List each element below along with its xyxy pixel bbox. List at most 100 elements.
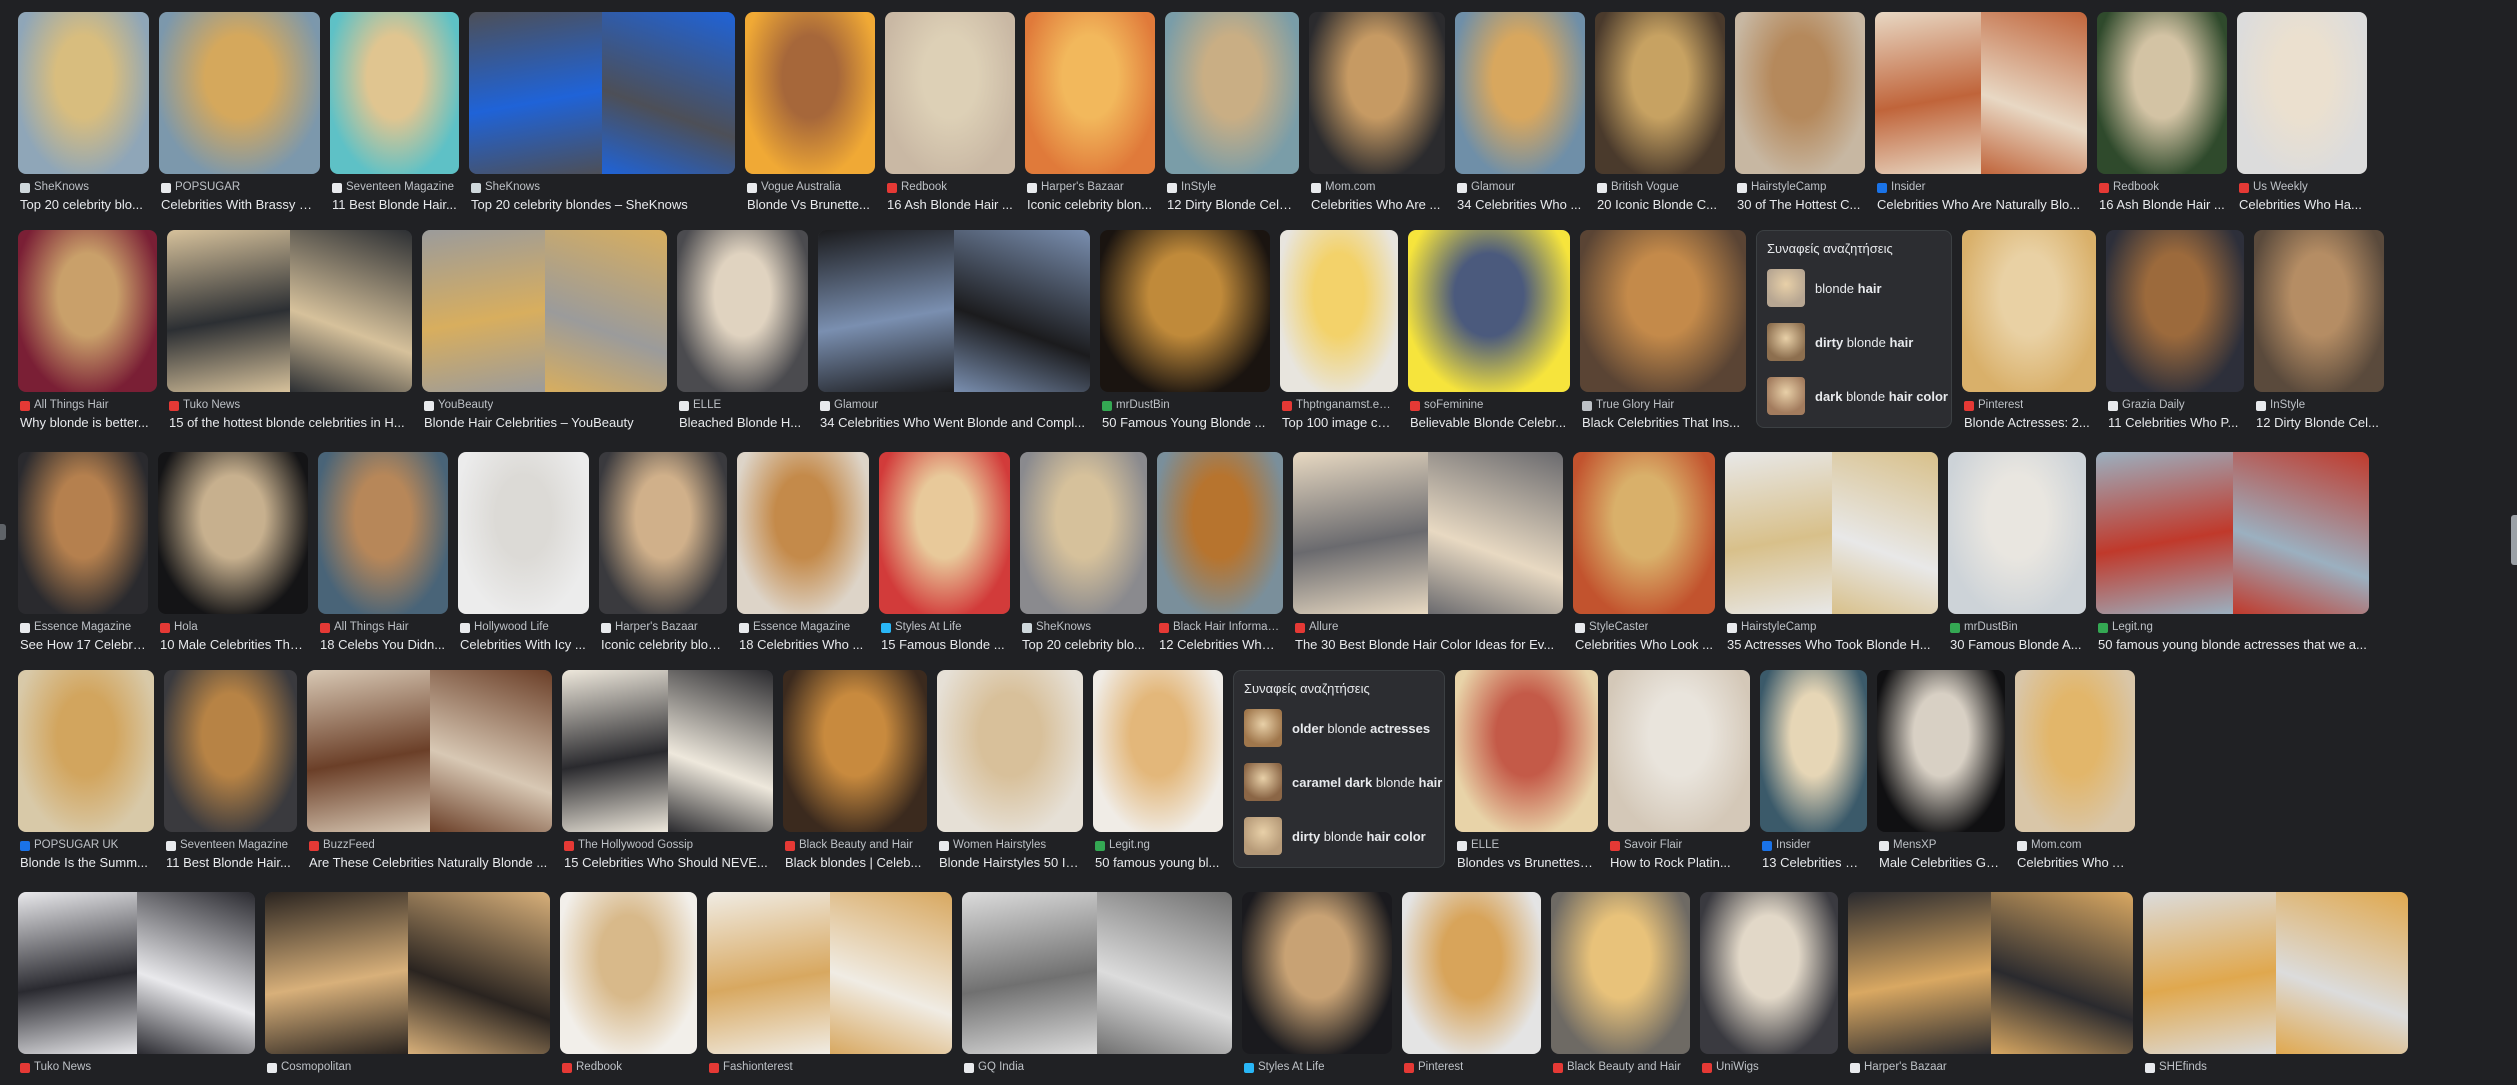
result-source[interactable]: Essence Magazine bbox=[20, 620, 146, 635]
related-search-item[interactable]: dirty blonde hair color bbox=[1244, 814, 1434, 858]
image-result[interactable]: mrDustBin 30 Famous Blonde A... bbox=[1948, 452, 2086, 652]
result-thumbnail[interactable] bbox=[1573, 452, 1715, 614]
result-source[interactable]: BuzzFeed bbox=[309, 838, 550, 853]
result-thumbnail[interactable] bbox=[962, 892, 1232, 1054]
result-thumbnail[interactable] bbox=[18, 892, 255, 1054]
result-source[interactable]: Hollywood Life bbox=[460, 620, 587, 635]
image-result[interactable]: Glamour 34 Celebrities Who ... bbox=[1455, 12, 1585, 212]
related-search-item[interactable]: dirty blonde hair bbox=[1767, 320, 1941, 364]
result-title[interactable]: Celebrities Who Are Naturally Blo... bbox=[1877, 197, 2085, 212]
result-thumbnail[interactable] bbox=[18, 670, 154, 832]
related-search-item[interactable]: caramel dark blonde hair bbox=[1244, 760, 1442, 804]
result-title[interactable]: 20 Iconic Blonde C... bbox=[1597, 197, 1723, 212]
result-source[interactable]: Allure bbox=[1295, 620, 1561, 635]
result-title[interactable]: See How 17 Celebri... bbox=[20, 637, 146, 652]
result-title[interactable]: Top 20 celebrity blondes – SheKnows bbox=[471, 197, 733, 212]
image-result[interactable]: Legit.ng 50 famous young blonde actresses… bbox=[2096, 452, 2369, 652]
image-result[interactable]: mrDustBin 50 Famous Young Blonde ... bbox=[1100, 230, 1270, 430]
result-thumbnail[interactable] bbox=[1875, 12, 2087, 174]
result-title[interactable]: 11 Celebrities Who P... bbox=[2108, 415, 2242, 430]
image-result[interactable]: Mom.com Celebrities Who Are ... bbox=[1309, 12, 1445, 212]
image-result[interactable]: Harper's Bazaar bbox=[1848, 892, 2133, 1075]
image-result[interactable]: Harper's Bazaar Iconic celebrity blon... bbox=[1025, 12, 1155, 212]
image-result[interactable]: Thptnganamst.edu.... Top 100 image cele..… bbox=[1280, 230, 1398, 430]
result-title[interactable]: 50 famous young bl... bbox=[1095, 855, 1221, 870]
result-title[interactable]: Celebrities With Icy ... bbox=[460, 637, 587, 652]
result-source[interactable]: All Things Hair bbox=[320, 620, 446, 635]
result-thumbnail[interactable] bbox=[745, 12, 875, 174]
result-source[interactable]: Pinterest bbox=[1964, 398, 2094, 413]
result-source[interactable]: Tuko News bbox=[20, 1060, 253, 1075]
result-source[interactable]: POPSUGAR UK bbox=[20, 838, 152, 853]
result-source[interactable]: ELLE bbox=[679, 398, 806, 413]
result-title[interactable]: Blonde Vs Brunette... bbox=[747, 197, 873, 212]
result-thumbnail[interactable] bbox=[1165, 12, 1299, 174]
image-result[interactable]: SheKnows Top 20 celebrity blo... bbox=[18, 12, 149, 212]
image-result[interactable]: Redbook bbox=[560, 892, 697, 1075]
result-title[interactable]: Top 100 image cele... bbox=[1282, 415, 1396, 430]
image-result[interactable]: All Things Hair Why blonde is better... bbox=[18, 230, 157, 430]
result-title[interactable]: 11 Best Blonde Hair... bbox=[332, 197, 457, 212]
result-thumbnail[interactable] bbox=[1402, 892, 1541, 1054]
result-thumbnail[interactable] bbox=[1948, 452, 2086, 614]
result-thumbnail[interactable] bbox=[885, 12, 1015, 174]
result-thumbnail[interactable] bbox=[2015, 670, 2135, 832]
result-title[interactable]: 13 Celebrities Who Have Gone Bl... bbox=[1762, 855, 1865, 870]
image-result[interactable]: Grazia Daily 11 Celebrities Who P... bbox=[2106, 230, 2244, 430]
image-result[interactable]: Fashionterest bbox=[707, 892, 952, 1075]
result-thumbnail[interactable] bbox=[2096, 452, 2369, 614]
result-title[interactable]: Celebrities With Brassy B... bbox=[161, 197, 318, 212]
result-thumbnail[interactable] bbox=[2237, 12, 2367, 174]
result-thumbnail[interactable] bbox=[1020, 452, 1147, 614]
result-source[interactable]: ELLE bbox=[1457, 838, 1596, 853]
result-source[interactable]: UniWigs bbox=[1702, 1060, 1836, 1075]
result-thumbnail[interactable] bbox=[164, 670, 297, 832]
result-title[interactable]: 16 Ash Blonde Hair ... bbox=[887, 197, 1013, 212]
image-result[interactable]: Insider 13 Celebrities Who Have Gone Bl..… bbox=[1760, 670, 1867, 870]
result-thumbnail[interactable] bbox=[599, 452, 727, 614]
result-source[interactable]: MensXP bbox=[1879, 838, 2003, 853]
result-source[interactable]: Redbook bbox=[887, 180, 1013, 195]
image-result[interactable]: Black Beauty and Hair bbox=[1551, 892, 1690, 1075]
image-result[interactable]: The Hollywood Gossip 15 Celebrities Who S… bbox=[562, 670, 773, 870]
image-result[interactable]: ELLE Bleached Blonde H... bbox=[677, 230, 808, 430]
result-source[interactable]: Vogue Australia bbox=[747, 180, 873, 195]
result-title[interactable]: 30 Famous Blonde A... bbox=[1950, 637, 2084, 652]
result-thumbnail[interactable] bbox=[2106, 230, 2244, 392]
image-result[interactable]: Glamour 34 Celebrities Who Went Blonde an… bbox=[818, 230, 1090, 430]
result-thumbnail[interactable] bbox=[469, 12, 735, 174]
image-result[interactable]: ELLE Blondes vs Brunettes - Celebrity Blo… bbox=[1455, 670, 1598, 870]
result-thumbnail[interactable] bbox=[1100, 230, 1270, 392]
result-thumbnail[interactable] bbox=[707, 892, 952, 1054]
result-source[interactable]: InStyle bbox=[1167, 180, 1297, 195]
result-title[interactable]: 34 Celebrities Who Went Blonde and Compl… bbox=[820, 415, 1088, 430]
result-title[interactable]: 50 famous young blonde actresses that we… bbox=[2098, 637, 2367, 652]
image-result[interactable]: SheKnows Top 20 celebrity blondes – SheKn… bbox=[469, 12, 735, 212]
result-thumbnail[interactable] bbox=[1280, 230, 1398, 392]
result-source[interactable]: Savoir Flair bbox=[1610, 838, 1748, 853]
image-result[interactable]: GQ India bbox=[962, 892, 1232, 1075]
result-title[interactable]: Iconic celebrity blon... bbox=[601, 637, 725, 652]
result-source[interactable]: SHEfinds bbox=[2145, 1060, 2406, 1075]
result-thumbnail[interactable] bbox=[265, 892, 550, 1054]
image-result[interactable]: InStyle 12 Dirty Blonde Cele... bbox=[1165, 12, 1299, 212]
image-result[interactable]: POPSUGAR Celebrities With Brassy B... bbox=[159, 12, 320, 212]
result-title[interactable]: Blonde Hairstyles 50 Id... bbox=[939, 855, 1081, 870]
result-source[interactable]: Thptnganamst.edu.... bbox=[1282, 398, 1396, 413]
result-title[interactable]: Bleached Blonde H... bbox=[679, 415, 806, 430]
result-thumbnail[interactable] bbox=[783, 670, 927, 832]
result-thumbnail[interactable] bbox=[2254, 230, 2384, 392]
image-result[interactable]: YouBeauty Blonde Hair Celebrities – YouBe… bbox=[422, 230, 667, 430]
result-thumbnail[interactable] bbox=[159, 12, 320, 174]
result-title[interactable]: Top 20 celebrity blo... bbox=[1022, 637, 1145, 652]
result-title[interactable]: Blonde Actresses: 2... bbox=[1964, 415, 2094, 430]
result-source[interactable]: Harper's Bazaar bbox=[601, 620, 725, 635]
result-thumbnail[interactable] bbox=[330, 12, 459, 174]
image-result[interactable]: Hola 10 Male Celebrities Tha... bbox=[158, 452, 308, 652]
result-thumbnail[interactable] bbox=[1157, 452, 1283, 614]
result-title[interactable]: Iconic celebrity blon... bbox=[1027, 197, 1153, 212]
result-source[interactable]: Harper's Bazaar bbox=[1027, 180, 1153, 195]
image-result[interactable]: Pinterest Blonde Actresses: 2... bbox=[1962, 230, 2096, 430]
result-source[interactable]: Black Hair Informati... bbox=[1159, 620, 1281, 635]
result-source[interactable]: Seventeen Magazine bbox=[332, 180, 457, 195]
